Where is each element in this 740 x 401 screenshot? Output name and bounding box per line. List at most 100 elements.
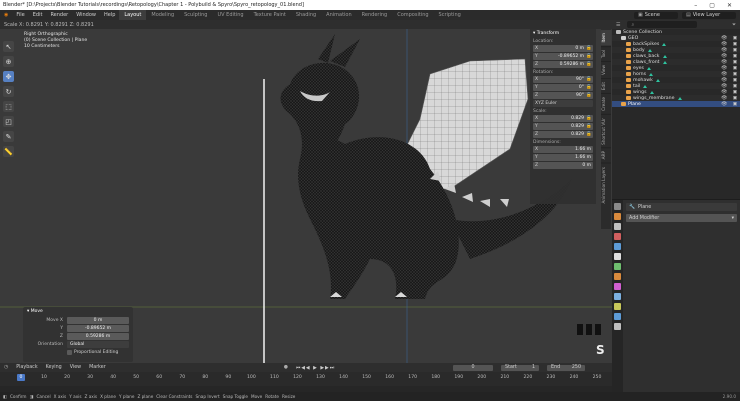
menu-edit[interactable]: Edit [29,12,47,18]
close-button[interactable]: ✕ [727,2,732,9]
render-camera-icon[interactable]: ▣ [730,90,740,95]
location-x-field[interactable]: X0 m 🔓 [533,45,593,52]
timeline-ruler[interactable]: 0 10 20 30 40 50 60 70 80 90 100 110 120 130 140 150 160… [0,372,612,386]
properties-tab-icon[interactable] [614,323,621,330]
scene-selector[interactable]: ▣ Scene [634,11,678,19]
location-z-field[interactable]: Z 0.59286 m 🔓 [533,61,593,68]
scale-y-field[interactable]: Y 0.829 🔓 [533,123,593,130]
menu-help[interactable]: Help [100,12,119,18]
render-camera-icon[interactable]: ▣ [730,48,740,53]
render-camera-icon[interactable]: ▣ [730,78,740,83]
visibility-eye-icon[interactable]: 👁 [718,36,730,41]
tab-item[interactable]: Item [601,29,611,46]
tab-layout[interactable]: Layout [119,10,147,20]
tab-rendering[interactable]: Rendering [357,10,393,20]
rotation-mode-dropdown[interactable]: XYZ Euler [533,100,593,107]
transform-tool-icon[interactable]: ◰ [3,116,14,127]
properties-tab-icon[interactable] [614,223,621,230]
rotation-x-field[interactable]: X 90° 🔓 [533,76,593,83]
render-camera-icon[interactable]: ▣ [730,54,740,59]
tab-shortcut-vur[interactable]: Shortcut VUr [601,113,611,148]
dimensions-x-field[interactable]: X 1.66 m [533,146,593,153]
visibility-eye-icon[interactable]: 👁 [718,54,730,59]
rotation-z-field[interactable]: Z 90° 🔓 [533,92,593,99]
annotate-tool-icon[interactable]: ✎ [3,131,14,142]
filter-icon[interactable]: ⏷ [732,22,740,28]
render-camera-icon[interactable]: ▣ [730,66,740,71]
properties-tab-icon[interactable] [614,233,621,240]
tab-view[interactable]: View [601,60,611,78]
location-y-field[interactable]: Y -0.89652 m 🔓 [533,53,593,60]
menu-window[interactable]: Window [72,12,100,18]
render-camera-icon[interactable]: ▣ [730,102,740,107]
minimize-button[interactable]: – [694,2,697,9]
maximize-button[interactable]: ▢ [709,2,715,9]
dimensions-z-field[interactable]: Z0 m [533,162,593,169]
tab-shading[interactable]: Shading [291,10,321,20]
add-modifier-button[interactable]: Add Modifier ▾ [626,214,737,222]
modifier-icon[interactable] [655,78,660,82]
render-camera-icon[interactable]: ▣ [730,84,740,89]
outliner-editor-icon[interactable]: ☰ [616,22,620,28]
move-y-field[interactable]: -0.89652 m [67,325,129,332]
tab-compositing[interactable]: Compositing [392,10,433,20]
tweak-tool-icon[interactable]: ↖ [3,41,14,52]
end-frame-field[interactable]: End 250 [547,364,586,371]
modifier-icon[interactable] [649,90,654,94]
3d-viewport[interactable]: ↖ ⊕ ✥ ↻ ⬚ ◰ ✎ 📏 Right Orthographic (0) S… [0,29,612,363]
play-controls-icon[interactable]: ⏮◀◀ ▶ ▶▶⏭ [296,365,335,371]
render-camera-icon[interactable]: ▣ [730,96,740,101]
view-layer-selector[interactable]: ▤ View Layer [682,11,736,19]
render-camera-icon[interactable]: ▣ [730,36,740,41]
visibility-eye-icon[interactable]: 👁 [718,90,730,95]
rotate-tool-icon[interactable]: ↻ [3,86,14,97]
playhead-indicator[interactable]: 0 [17,374,25,381]
properties-tab-icon[interactable] [614,243,621,250]
rotation-y-field[interactable]: Y 0° 🔓 [533,84,593,91]
render-camera-icon[interactable]: ▣ [730,72,740,77]
modifier-icon[interactable] [662,42,667,46]
blender-logo-icon[interactable]: ◉ [0,12,12,18]
orientation-dropdown[interactable]: Global [67,341,129,348]
modifier-icon[interactable] [662,60,667,64]
visibility-eye-icon[interactable]: 👁 [718,102,730,107]
menu-file[interactable]: File [12,12,28,18]
object-name-field[interactable]: 🔧 Plane [626,203,737,211]
grid-icon[interactable] [595,324,601,335]
move-tool-icon[interactable]: ✥ [3,71,14,82]
outliner-search-input[interactable]: ⌕ [627,21,698,28]
timeline-editor-icon[interactable]: ◷ [4,365,8,370]
current-frame-field[interactable]: 0 [453,364,494,371]
properties-tab-icon[interactable] [614,253,621,260]
modifier-icon[interactable] [649,72,654,76]
properties-tab-icon[interactable] [614,313,621,320]
move-x-field[interactable]: 0 m [67,317,129,324]
transform-header[interactable]: ▾ Transform [533,31,593,36]
properties-tab-icon[interactable] [614,273,621,280]
visibility-eye-icon[interactable]: 👁 [718,60,730,65]
menu-keying[interactable]: Keying [46,365,62,370]
tab-animation[interactable]: Animation [321,10,357,20]
measure-tool-icon[interactable]: 📏 [3,146,14,157]
visibility-eye-icon[interactable]: 👁 [718,72,730,77]
modifier-icon[interactable] [643,84,648,88]
move-z-field[interactable]: 0.59286 m [67,333,129,340]
properties-tab-icon[interactable] [614,203,621,210]
visibility-eye-icon[interactable]: 👁 [718,96,730,101]
modifier-icon[interactable] [677,96,682,100]
proportional-checkbox[interactable] [67,350,72,355]
visibility-eye-icon[interactable]: 👁 [718,42,730,47]
outliner-item[interactable]: Plane 👁 ▣ [612,101,740,107]
properties-tab-icon[interactable] [614,303,621,310]
perspective-toggle-icon[interactable] [586,324,592,335]
tab-texture-paint[interactable]: Texture Paint [249,10,291,20]
modifier-icon[interactable] [646,66,651,70]
cursor-tool-icon[interactable]: ⊕ [3,56,14,67]
camera-view-icon[interactable] [577,324,583,335]
dimensions-y-field[interactable]: Y 1.66 m [533,154,593,161]
menu-view[interactable]: View [70,365,81,370]
properties-tab-icon[interactable] [614,283,621,290]
menu-playback[interactable]: Playback [16,365,37,370]
properties-tab-icon[interactable] [614,263,621,270]
operator-title[interactable]: ▾ Move [27,309,129,314]
